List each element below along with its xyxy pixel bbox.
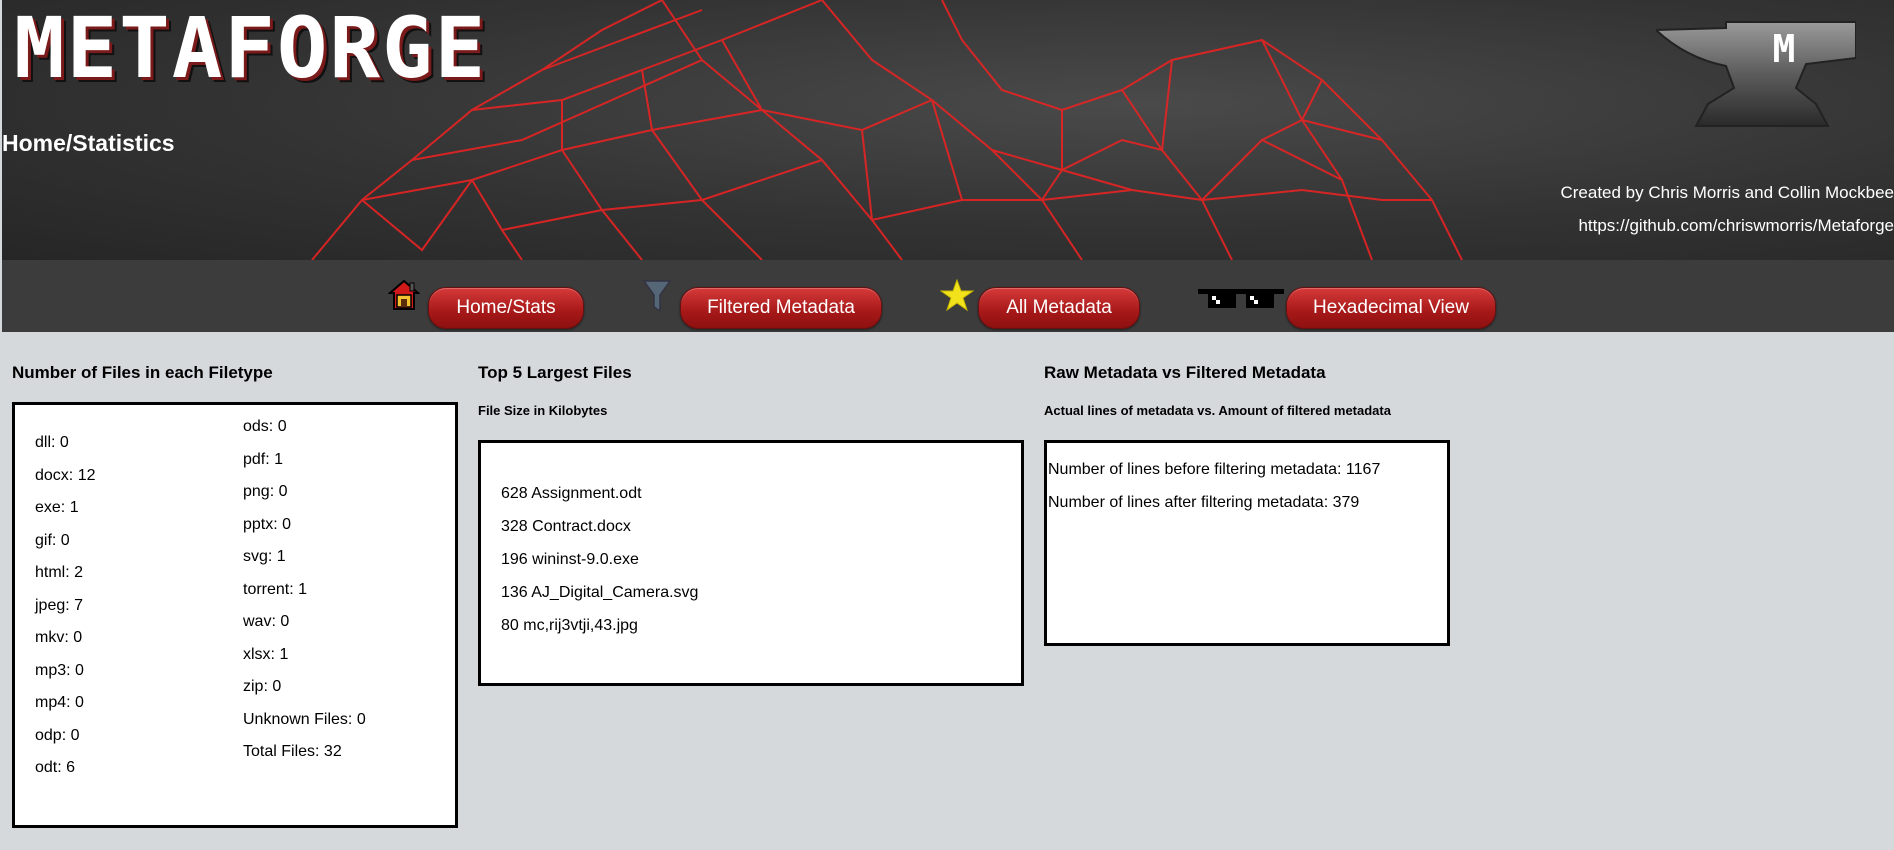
anvil-logo-icon: M — [1656, 21, 1856, 127]
filetype-count-item: exe: 1 — [35, 499, 79, 516]
filetype-count-item: svg: 1 — [243, 548, 286, 565]
filetype-count-item: pptx: 0 — [243, 515, 292, 533]
filetype-count-item: Unknown Files: 0 — [243, 710, 366, 728]
metaforge-logo: METAFORGE — [14, 0, 488, 97]
page-title: Home/Statistics — [2, 130, 175, 156]
site-header: METAFORGE Home/Statistics M Created by C… — [2, 0, 1894, 260]
raw-vs-filtered-list: Number of lines before filtering metadat… — [1048, 453, 1380, 519]
hexadecimal-view-button[interactable]: Hexadecimal View — [1286, 287, 1496, 329]
house-icon — [388, 279, 420, 310]
filetypes-left-column: dll: 0 docx: 12 exe: 1 gif: 0 html: 2 jpeg: 7… — [35, 427, 95, 785]
largest-file-item: 136 AJ_Digital_Camera.svg — [501, 584, 699, 601]
filetypes-right-column: ods: 0 pdf: 1 png: 0 pptx: 0 svg: 1 torrent: … — [243, 411, 366, 769]
filetype-count-item: Total Files: 32 — [243, 743, 342, 760]
filetype-count-item: mp3: 0 — [35, 661, 84, 679]
largest-file-item: 196 wininst-9.0.exe — [501, 551, 639, 568]
largest-files-subtitle: File Size in Kilobytes — [478, 403, 608, 418]
star-icon — [940, 279, 974, 312]
filetype-count-item: html: 2 — [35, 564, 84, 581]
home-stats-button[interactable]: Home/Stats — [428, 287, 584, 329]
filetype-count-item: png: 0 — [243, 483, 288, 500]
nav-item-all-metadata[interactable]: All Metadata — [940, 277, 1140, 329]
raw-vs-filtered-title: Raw Metadata vs Filtered Metadata — [1044, 363, 1326, 382]
filetype-count-item: docx: 12 — [35, 466, 96, 484]
nav-item-filtered-metadata[interactable]: Filtered Metadata — [642, 277, 882, 329]
filetype-count-item: gif: 0 — [35, 531, 70, 549]
filetype-count-item: wav: 0 — [243, 613, 290, 630]
raw-vs-filtered-box: Number of lines before filtering metadat… — [1044, 440, 1450, 646]
filetype-count-item: mkv: 0 — [35, 629, 83, 646]
filetype-count-item: pdf: 1 — [243, 450, 284, 468]
credits-authors: Created by Chris Morris and Collin Mockb… — [1560, 183, 1894, 202]
filetype-count-item: ods: 0 — [243, 418, 287, 435]
svg-text:M: M — [1773, 27, 1796, 71]
largest-file-item: 80 mc,rij3vtji,43.jpg — [501, 617, 638, 634]
filetype-count-item: dll: 0 — [35, 434, 69, 451]
largest-file-item: 328 Contract.docx — [501, 518, 631, 535]
filetype-count-item: mp4: 0 — [35, 694, 84, 711]
filetype-count-item: torrent: 1 — [243, 580, 308, 598]
credits: Created by Chris Morris and Collin Mockb… — [1560, 176, 1894, 242]
all-metadata-button[interactable]: All Metadata — [978, 287, 1140, 329]
metadata-line-count-item: Number of lines before filtering metadat… — [1048, 461, 1381, 478]
nav-item-home-stats[interactable]: Home/Stats — [388, 277, 584, 329]
filetype-count-item: xlsx: 1 — [243, 645, 289, 663]
filetype-count-item: odp: 0 — [35, 726, 80, 744]
largest-files-box: 628 Assignment.odt 328 Contract.docx 196 w… — [478, 440, 1024, 686]
filetypes-box: dll: 0 docx: 12 exe: 1 gif: 0 html: 2 jpeg: 7… — [12, 402, 458, 828]
largest-file-item: 628 Assignment.odt — [501, 485, 642, 502]
nav-item-hexadecimal-view[interactable]: Hexadecimal View — [1198, 277, 1498, 329]
largest-files-title: Top 5 Largest Files — [478, 363, 632, 382]
raw-vs-filtered-subtitle: Actual lines of metadata vs. Amount of f… — [1044, 403, 1391, 418]
filetype-count-item: zip: 0 — [243, 678, 282, 695]
sunglasses-icon — [1198, 289, 1284, 308]
filtered-metadata-button[interactable]: Filtered Metadata — [680, 287, 882, 329]
nav-bar: Home/Stats Filtered Metadata All Metadat… — [2, 260, 1894, 332]
largest-files-list: 628 Assignment.odt 328 Contract.docx 196 w… — [501, 477, 698, 642]
metadata-line-count-item: Number of lines after filtering metadata… — [1048, 494, 1360, 511]
filetype-count-item: jpeg: 7 — [35, 596, 84, 614]
funnel-icon — [642, 280, 672, 313]
filetype-count-item: odt: 6 — [35, 759, 76, 776]
filetypes-title: Number of Files in each Filetype — [12, 363, 273, 382]
github-link[interactable]: https://github.com/chriswmorris/Metaforg… — [1560, 209, 1894, 242]
